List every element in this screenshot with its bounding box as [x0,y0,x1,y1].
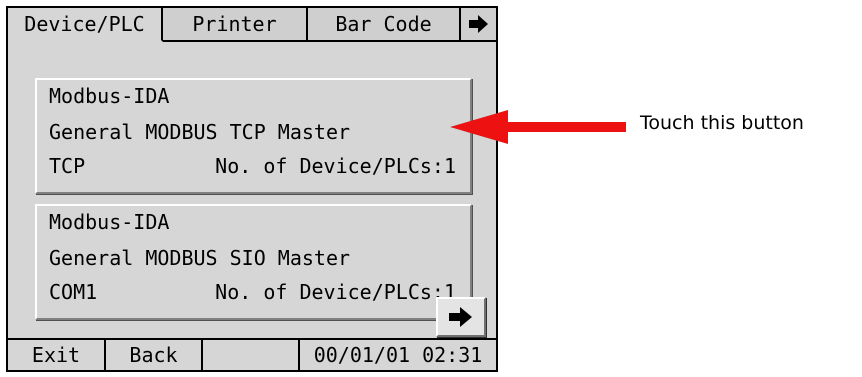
arrow-right-icon [449,307,472,327]
back-label: Back [129,343,178,367]
exit-label: Exit [31,343,81,367]
tab-label: Device/PLC [24,12,145,36]
tab-bar-code[interactable]: Bar Code [308,8,461,42]
tab-bar: Device/PLC Printer Bar Code [8,8,496,44]
entry-port: TCP [49,154,86,178]
tab-label: Bar Code [335,12,432,36]
tab-label: Printer [192,12,277,36]
entry-port: COM1 [49,280,98,304]
status-empty-cell [203,340,300,370]
device-entry-tcp-button[interactable]: Modbus-IDA General MODBUS TCP Master TCP… [35,78,472,194]
device-entry-sio-button[interactable]: Modbus-IDA General MODBUS SIO Master COM… [35,204,472,320]
device-plc-screen: Device/PLC Printer Bar Code Modbus-IDA G… [6,6,498,372]
exit-button[interactable]: Exit [8,340,106,370]
tab-scroll-right-button[interactable] [461,8,496,42]
arrow-right-icon [468,15,488,33]
annotation-text: Touch this button [640,112,804,134]
entry-protocol: Modbus-IDA [49,210,170,234]
entry-protocol: Modbus-IDA [49,84,170,108]
entry-description: General MODBUS TCP Master [49,120,351,144]
entry-device-count: No. of Device/PLCs:1 [215,154,456,178]
status-bar: Exit Back 00/01/01 02:31 [8,338,496,370]
annotation-arrow-icon [450,110,626,144]
back-button[interactable]: Back [106,340,203,370]
entry-device-count: No. of Device/PLCs:1 [215,280,456,304]
next-page-button[interactable] [436,297,486,337]
tab-printer[interactable]: Printer [163,8,308,42]
tab-device-plc[interactable]: Device/PLC [8,8,163,42]
entry-description: General MODBUS SIO Master [49,246,351,270]
datetime-display: 00/01/01 02:31 [300,340,496,370]
datetime-text: 00/01/01 02:31 [313,343,483,367]
